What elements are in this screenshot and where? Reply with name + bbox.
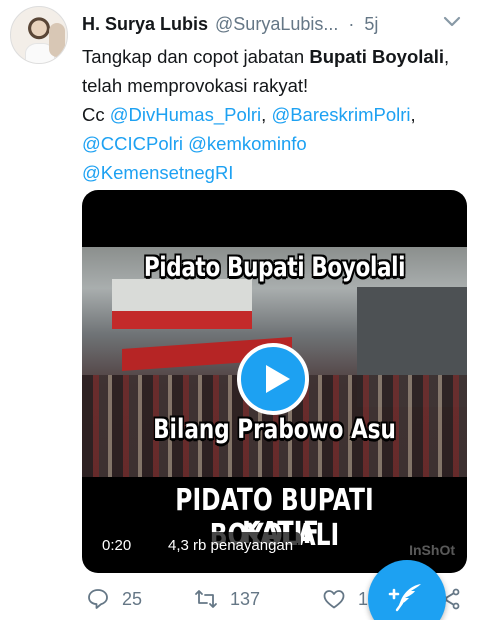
video-duration: 0:20 <box>94 532 140 560</box>
cc-label: Cc <box>82 104 110 125</box>
like-button[interactable]: 1 <box>322 584 368 614</box>
mention-bareskrimpolri[interactable]: @BareskrimPolri <box>271 104 410 125</box>
chevron-down-icon[interactable] <box>442 12 462 32</box>
mention-separator: , <box>261 104 272 125</box>
avatar-second-person <box>49 23 65 57</box>
retweet-count: 137 <box>230 588 261 609</box>
retweet-icon <box>195 590 217 608</box>
tweet-time: 5j <box>364 13 379 34</box>
mention-divhumas-polri[interactable]: @DivHumas_Polri <box>110 104 261 125</box>
frame-stage-backdrop <box>112 279 252 329</box>
reply-count: 25 <box>122 588 143 609</box>
video-caption-top: Pidato Bupati Boyolali <box>143 252 406 283</box>
video-player[interactable]: Pidato Bupati Boyolali Bilang Prabowo As… <box>82 190 467 573</box>
avatar[interactable] <box>10 6 68 64</box>
tweet-text-part: Tangkap dan copot jabatan <box>82 46 310 67</box>
author-handle[interactable]: @SuryaLubis... <box>215 14 338 35</box>
video-caption-middle: Bilang Prabowo Asu <box>153 414 396 445</box>
video-watermark: InShOt <box>409 542 455 558</box>
mention-separator: , <box>410 104 416 125</box>
video-view-count: 4,3 rb penayangan <box>160 532 302 560</box>
play-icon[interactable] <box>237 343 309 415</box>
author-name[interactable]: H. Surya Lubis <box>82 14 208 35</box>
mention-kemkominfo[interactable]: @kemkominfo <box>188 133 307 154</box>
tweet-text: Tangkap dan copot jabatan Bupati Boyolal… <box>82 42 472 187</box>
tweet-header: H. Surya Lubis @SuryaLubis... · 5j <box>82 11 470 37</box>
reply-icon <box>88 589 108 609</box>
mention-kemensetnegri[interactable]: @KemensetnegRI <box>82 162 233 183</box>
like-count: 1 <box>358 588 369 609</box>
tweet-text-bold: Bupati Boyolali <box>309 46 444 67</box>
separator-dot: · <box>348 13 355 34</box>
compose-icon <box>388 584 421 612</box>
retweet-button[interactable]: 137 <box>194 584 260 614</box>
mention-ccicpolri[interactable]: @CCICPolri <box>82 133 183 154</box>
reply-button[interactable]: 25 <box>86 584 142 614</box>
like-icon <box>323 590 345 609</box>
